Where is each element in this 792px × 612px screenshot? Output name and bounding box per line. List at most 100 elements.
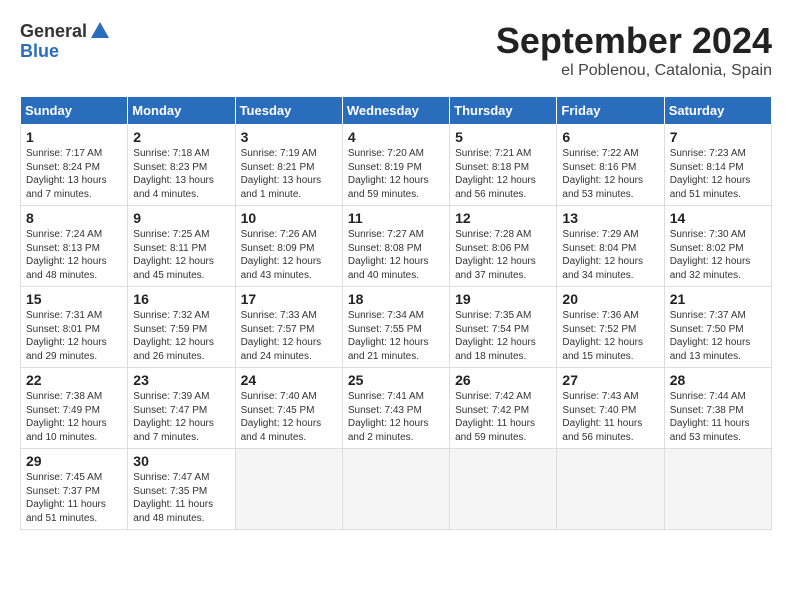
day-info: Sunrise: 7:40 AM Sunset: 7:45 PM Dayligh… <box>241 390 337 444</box>
day-info: Sunrise: 7:33 AM Sunset: 7:57 PM Dayligh… <box>241 309 337 363</box>
calendar-cell: 21 Sunrise: 7:37 AM Sunset: 7:50 PM Dayli… <box>664 287 771 368</box>
page-header: General Blue September 2024 el Poblenou,… <box>20 20 772 80</box>
day-number: 16 <box>133 291 229 307</box>
location-title: el Poblenou, Catalonia, Spain <box>496 62 772 80</box>
day-info: Sunrise: 7:39 AM Sunset: 7:47 PM Dayligh… <box>133 390 229 444</box>
day-number: 27 <box>562 372 658 388</box>
day-info: Sunrise: 7:28 AM Sunset: 8:06 PM Dayligh… <box>455 228 551 282</box>
col-header-monday: Monday <box>128 97 235 125</box>
calendar-cell: 5 Sunrise: 7:21 AM Sunset: 8:18 PM Daylig… <box>450 125 557 206</box>
calendar-cell: 12 Sunrise: 7:28 AM Sunset: 8:06 PM Dayli… <box>450 206 557 287</box>
calendar-cell: 23 Sunrise: 7:39 AM Sunset: 7:47 PM Dayli… <box>128 368 235 449</box>
day-number: 1 <box>26 129 122 145</box>
day-info: Sunrise: 7:41 AM Sunset: 7:43 PM Dayligh… <box>348 390 444 444</box>
day-number: 29 <box>26 453 122 469</box>
day-info: Sunrise: 7:44 AM Sunset: 7:38 PM Dayligh… <box>670 390 766 444</box>
calendar-cell: 20 Sunrise: 7:36 AM Sunset: 7:52 PM Dayli… <box>557 287 664 368</box>
day-info: Sunrise: 7:22 AM Sunset: 8:16 PM Dayligh… <box>562 147 658 201</box>
day-number: 6 <box>562 129 658 145</box>
day-info: Sunrise: 7:35 AM Sunset: 7:54 PM Dayligh… <box>455 309 551 363</box>
calendar-cell <box>342 449 449 530</box>
logo-general: General <box>20 22 87 40</box>
day-number: 26 <box>455 372 551 388</box>
calendar-cell: 10Sunrise: 7:26 AM Sunset: 8:09 PM Dayli… <box>235 206 342 287</box>
col-header-tuesday: Tuesday <box>235 97 342 125</box>
day-number: 23 <box>133 372 229 388</box>
calendar-table: SundayMondayTuesdayWednesdayThursdayFrid… <box>20 96 772 530</box>
day-info: Sunrise: 7:47 AM Sunset: 7:35 PM Dayligh… <box>133 471 229 525</box>
day-info: Sunrise: 7:31 AM Sunset: 8:01 PM Dayligh… <box>26 309 122 363</box>
day-number: 3 <box>241 129 337 145</box>
title-area: September 2024 el Poblenou, Catalonia, S… <box>496 20 772 80</box>
week-row-2: 8 Sunrise: 7:24 AM Sunset: 8:13 PM Daylig… <box>21 206 772 287</box>
day-info: Sunrise: 7:23 AM Sunset: 8:14 PM Dayligh… <box>670 147 766 201</box>
calendar-cell: 26 Sunrise: 7:42 AM Sunset: 7:42 PM Dayli… <box>450 368 557 449</box>
day-info: Sunrise: 7:38 AM Sunset: 7:49 PM Dayligh… <box>26 390 122 444</box>
day-number: 8 <box>26 210 122 226</box>
day-info: Sunrise: 7:26 AM Sunset: 8:09 PM Dayligh… <box>241 228 337 282</box>
calendar-cell: 17Sunrise: 7:33 AM Sunset: 7:57 PM Dayli… <box>235 287 342 368</box>
day-info: Sunrise: 7:42 AM Sunset: 7:42 PM Dayligh… <box>455 390 551 444</box>
calendar-cell: 9 Sunrise: 7:25 AM Sunset: 8:11 PM Daylig… <box>128 206 235 287</box>
calendar-cell: 30Sunrise: 7:47 AM Sunset: 7:35 PM Dayli… <box>128 449 235 530</box>
day-info: Sunrise: 7:45 AM Sunset: 7:37 PM Dayligh… <box>26 471 122 525</box>
day-number: 22 <box>26 372 122 388</box>
day-number: 15 <box>26 291 122 307</box>
day-info: Sunrise: 7:21 AM Sunset: 8:18 PM Dayligh… <box>455 147 551 201</box>
day-number: 9 <box>133 210 229 226</box>
day-number: 5 <box>455 129 551 145</box>
calendar-cell: 22 Sunrise: 7:38 AM Sunset: 7:49 PM Dayli… <box>21 368 128 449</box>
day-number: 20 <box>562 291 658 307</box>
day-number: 19 <box>455 291 551 307</box>
week-row-1: 1 Sunrise: 7:17 AM Sunset: 8:24 PM Daylig… <box>21 125 772 206</box>
day-number: 12 <box>455 210 551 226</box>
day-number: 4 <box>348 129 444 145</box>
day-number: 28 <box>670 372 766 388</box>
logo-blue: Blue <box>20 41 59 61</box>
calendar-cell: 29 Sunrise: 7:45 AM Sunset: 7:37 PM Dayli… <box>21 449 128 530</box>
day-info: Sunrise: 7:37 AM Sunset: 7:50 PM Dayligh… <box>670 309 766 363</box>
calendar-cell: 18 Sunrise: 7:34 AM Sunset: 7:55 PM Dayli… <box>342 287 449 368</box>
calendar-cell: 1 Sunrise: 7:17 AM Sunset: 8:24 PM Daylig… <box>21 125 128 206</box>
day-number: 24 <box>241 372 337 388</box>
day-info: Sunrise: 7:24 AM Sunset: 8:13 PM Dayligh… <box>26 228 122 282</box>
day-info: Sunrise: 7:43 AM Sunset: 7:40 PM Dayligh… <box>562 390 658 444</box>
calendar-cell: 27 Sunrise: 7:43 AM Sunset: 7:40 PM Dayli… <box>557 368 664 449</box>
col-header-friday: Friday <box>557 97 664 125</box>
col-header-sunday: Sunday <box>21 97 128 125</box>
calendar-cell <box>450 449 557 530</box>
day-number: 18 <box>348 291 444 307</box>
calendar-cell: 24 Sunrise: 7:40 AM Sunset: 7:45 PM Dayli… <box>235 368 342 449</box>
header-row: SundayMondayTuesdayWednesdayThursdayFrid… <box>21 97 772 125</box>
calendar-cell: 8 Sunrise: 7:24 AM Sunset: 8:13 PM Daylig… <box>21 206 128 287</box>
day-info: Sunrise: 7:34 AM Sunset: 7:55 PM Dayligh… <box>348 309 444 363</box>
day-info: Sunrise: 7:32 AM Sunset: 7:59 PM Dayligh… <box>133 309 229 363</box>
day-info: Sunrise: 7:25 AM Sunset: 8:11 PM Dayligh… <box>133 228 229 282</box>
day-info: Sunrise: 7:36 AM Sunset: 7:52 PM Dayligh… <box>562 309 658 363</box>
day-info: Sunrise: 7:17 AM Sunset: 8:24 PM Dayligh… <box>26 147 122 201</box>
month-title: September 2024 <box>496 20 772 62</box>
calendar-cell: 3Sunrise: 7:19 AM Sunset: 8:21 PM Daylig… <box>235 125 342 206</box>
col-header-wednesday: Wednesday <box>342 97 449 125</box>
day-info: Sunrise: 7:30 AM Sunset: 8:02 PM Dayligh… <box>670 228 766 282</box>
week-row-4: 22 Sunrise: 7:38 AM Sunset: 7:49 PM Dayli… <box>21 368 772 449</box>
calendar-cell: 16 Sunrise: 7:32 AM Sunset: 7:59 PM Dayli… <box>128 287 235 368</box>
col-header-saturday: Saturday <box>664 97 771 125</box>
calendar-cell: 25Sunrise: 7:41 AM Sunset: 7:43 PM Dayli… <box>342 368 449 449</box>
calendar-cell <box>557 449 664 530</box>
week-row-5: 29 Sunrise: 7:45 AM Sunset: 7:37 PM Dayli… <box>21 449 772 530</box>
calendar-cell: 19 Sunrise: 7:35 AM Sunset: 7:54 PM Dayli… <box>450 287 557 368</box>
day-number: 7 <box>670 129 766 145</box>
day-number: 2 <box>133 129 229 145</box>
calendar-cell: 2 Sunrise: 7:18 AM Sunset: 8:23 PM Daylig… <box>128 125 235 206</box>
day-info: Sunrise: 7:20 AM Sunset: 8:19 PM Dayligh… <box>348 147 444 201</box>
day-info: Sunrise: 7:18 AM Sunset: 8:23 PM Dayligh… <box>133 147 229 201</box>
calendar-cell: 4 Sunrise: 7:20 AM Sunset: 8:19 PM Daylig… <box>342 125 449 206</box>
logo-icon <box>89 20 111 42</box>
calendar-cell: 13Sunrise: 7:29 AM Sunset: 8:04 PM Dayli… <box>557 206 664 287</box>
day-info: Sunrise: 7:29 AM Sunset: 8:04 PM Dayligh… <box>562 228 658 282</box>
day-number: 21 <box>670 291 766 307</box>
day-info: Sunrise: 7:27 AM Sunset: 8:08 PM Dayligh… <box>348 228 444 282</box>
calendar-cell: 28 Sunrise: 7:44 AM Sunset: 7:38 PM Dayli… <box>664 368 771 449</box>
calendar-cell <box>235 449 342 530</box>
